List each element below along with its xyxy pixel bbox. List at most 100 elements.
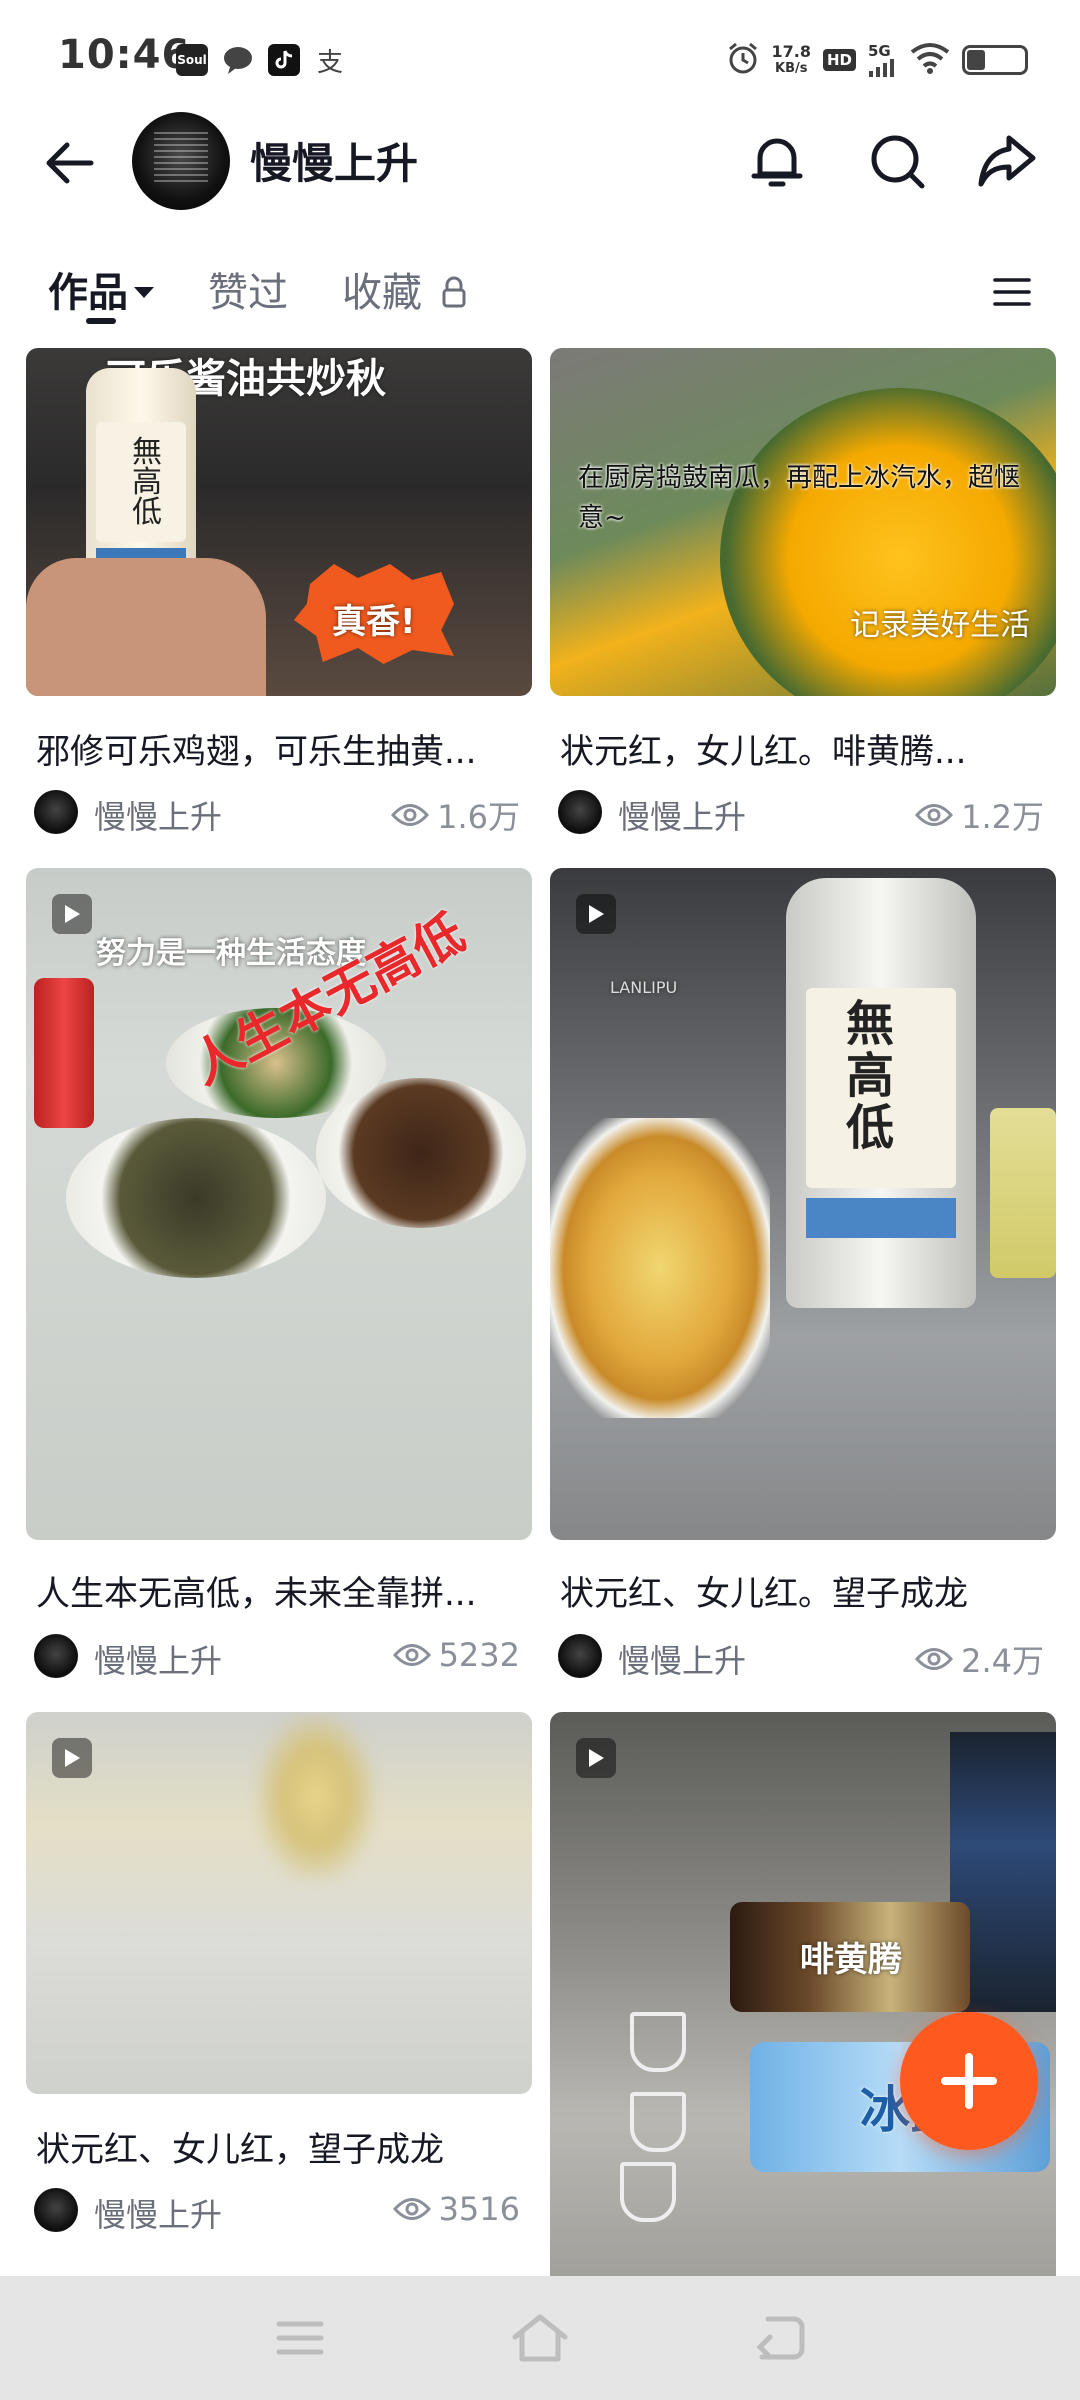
share-button[interactable] <box>972 126 1042 196</box>
sticker-text: 真香! <box>332 602 416 642</box>
chat-app-icon <box>222 44 254 76</box>
author-avatar <box>558 790 602 834</box>
alarm-icon <box>726 41 760 79</box>
video-thumbnail[interactable]: LANLIPU 無高低 <box>550 868 1056 1540</box>
food-illustration <box>550 1118 770 1418</box>
hand-illustration <box>26 558 266 696</box>
video-card[interactable]: LANLIPU 無高低 状元红、女儿红。望子成龙 慢慢上升 2.4万 <box>550 868 1056 1680</box>
video-meta: 慢慢上升 1.2万 <box>558 788 1054 836</box>
eye-icon <box>392 2198 431 2220</box>
play-icon <box>589 1749 604 1767</box>
profile-tabs: 作品 赞过 收藏 <box>0 248 1080 336</box>
notification-button[interactable] <box>742 126 812 196</box>
lock-icon <box>442 276 466 308</box>
video-meta: 慢慢上升 2.4万 <box>558 1632 1054 1680</box>
wifi-icon <box>910 42 950 78</box>
video-card[interactable]: 在厨房捣鼓南瓜，再配上冰汽水，超惬意~ 记录美好生活 状元红，女儿红。啡黄腾..… <box>550 348 1056 836</box>
system-nav-bar <box>0 2276 1080 2400</box>
video-title: 状元红、女儿红，望子成龙 <box>36 2130 444 2170</box>
caret-down-icon <box>134 286 154 298</box>
soul-app-icon: Soul <box>176 44 208 76</box>
eye-icon <box>391 804 430 826</box>
nav-home-button[interactable] <box>508 2306 572 2370</box>
can-illustration: 啡黄腾 <box>730 1902 970 2012</box>
status-right: 17.8 KB/s HD 5G <box>726 38 1028 82</box>
search-icon <box>871 135 925 189</box>
nav-menu-button[interactable] <box>268 2306 332 2370</box>
blurred-glass <box>256 1712 376 1882</box>
video-title: 邪修可乐鸡翅，可乐生抽黄... <box>36 732 477 772</box>
back-button[interactable] <box>36 130 102 196</box>
network-speed: 17.8 KB/s <box>771 42 811 76</box>
monitor-label: LANLIPU <box>610 978 678 997</box>
profile-avatar[interactable] <box>132 112 230 210</box>
eye-icon <box>392 1644 431 1666</box>
video-thumbnail[interactable]: 在厨房捣鼓南瓜，再配上冰汽水，超惬意~ 记录美好生活 <box>550 348 1056 696</box>
search-button[interactable] <box>862 126 932 196</box>
play-icon <box>65 905 80 923</box>
tiktok-app-icon <box>268 44 300 76</box>
play-badge <box>52 1738 92 1778</box>
status-time: 10:46 <box>58 32 191 78</box>
video-meta: 慢慢上升 1.6万 <box>34 788 530 836</box>
menu-icon <box>276 2321 324 2355</box>
video-title: 状元红，女儿红。啡黄腾... <box>560 732 967 772</box>
alipay-app-icon: 支 <box>316 47 343 78</box>
home-icon <box>512 2314 568 2362</box>
video-thumbnail[interactable]: 啡黄腾 冰露 <box>550 1712 1056 2276</box>
can-label: 啡黄腾 <box>800 1940 902 1980</box>
video-meta: 慢慢上升 3516 <box>34 2186 530 2234</box>
sticker-text: 记录美好生活 <box>850 608 1030 643</box>
play-icon <box>589 905 604 923</box>
tab-favorites[interactable]: 收藏 <box>342 260 467 318</box>
video-thumbnail[interactable] <box>26 1712 532 2094</box>
arrow-left-icon <box>46 142 94 184</box>
create-fab-button[interactable] <box>900 2012 1038 2150</box>
video-meta: 慢慢上升 5232 <box>34 1632 530 1680</box>
profile-header: 慢慢上升 <box>0 100 1080 220</box>
video-grid: 可乐酱油共炒秋 無高低 真香! 邪修可乐鸡翅，可乐生抽黄... 慢慢上升 1.6… <box>0 348 1080 2276</box>
thumbnail-caption: 在厨房捣鼓南瓜，再配上冰汽水，超惬意~ <box>578 463 1021 533</box>
view-count: 2.4万 <box>915 1636 1044 1682</box>
eye-icon <box>915 804 954 826</box>
profile-name: 慢慢上升 <box>250 139 419 188</box>
glass-illustration <box>630 2092 686 2152</box>
view-count: 1.6万 <box>391 792 520 838</box>
author-name: 慢慢上升 <box>618 798 747 836</box>
menu-button[interactable] <box>986 266 1038 318</box>
author-name: 慢慢上升 <box>94 2196 223 2234</box>
author-avatar <box>34 2188 78 2232</box>
video-thumbnail[interactable]: 努力是一种生活态度 人生本无高低 <box>26 868 532 1540</box>
glass-illustration <box>990 1108 1056 1278</box>
author-name: 慢慢上升 <box>618 1642 747 1680</box>
signal-5g-icon: 5G <box>868 43 898 77</box>
share-icon <box>978 135 1036 187</box>
bell-icon <box>751 138 803 187</box>
video-card[interactable]: 状元红、女儿红，望子成龙 慢慢上升 3516 <box>26 1712 532 2272</box>
battery-icon <box>962 45 1028 75</box>
tab-liked[interactable]: 赞过 <box>208 260 288 318</box>
video-title: 状元红、女儿红。望子成龙 <box>560 1574 968 1614</box>
can-illustration <box>34 978 94 1128</box>
author-avatar <box>34 1634 78 1678</box>
video-card[interactable]: 啡黄腾 冰露 <box>550 1712 1056 2276</box>
video-card[interactable]: 努力是一种生活态度 人生本无高低 人生本无高低，未来全靠拼... 慢慢上升 52… <box>26 868 532 1680</box>
view-count: 1.2万 <box>915 792 1044 838</box>
play-badge <box>576 894 616 934</box>
author-name: 慢慢上升 <box>94 798 223 836</box>
glass-illustration <box>620 2162 676 2222</box>
play-badge <box>576 1738 616 1778</box>
play-badge <box>52 894 92 934</box>
video-card[interactable]: 可乐酱油共炒秋 無高低 真香! 邪修可乐鸡翅，可乐生抽黄... 慢慢上升 1.6… <box>26 348 532 836</box>
label-text: 無高低 <box>846 996 895 1156</box>
video-thumbnail[interactable]: 可乐酱油共炒秋 無高低 真香! <box>26 348 532 696</box>
play-icon <box>65 1749 80 1767</box>
nav-back-button[interactable] <box>748 2306 812 2370</box>
back-icon <box>756 2316 805 2360</box>
video-title: 人生本无高低，未来全靠拼... <box>36 1574 477 1614</box>
tab-works[interactable]: 作品 <box>48 260 154 318</box>
author-avatar <box>34 790 78 834</box>
eye-icon <box>915 1648 954 1670</box>
view-count: 5232 <box>392 1636 520 1674</box>
glass-illustration <box>630 2012 686 2072</box>
